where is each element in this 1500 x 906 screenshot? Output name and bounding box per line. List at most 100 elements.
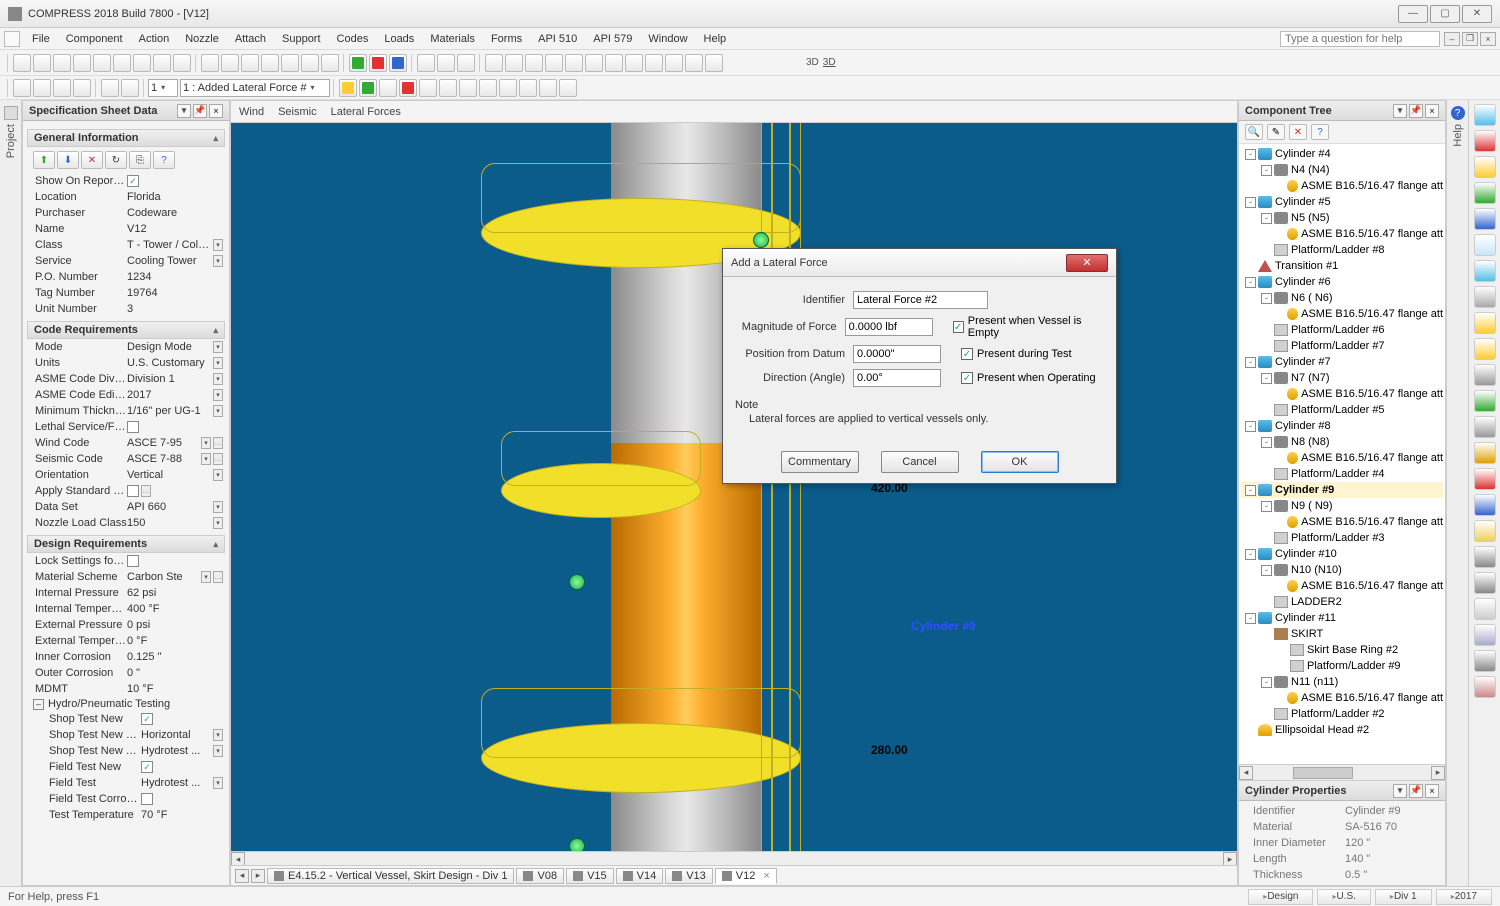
property-row[interactable]: Field TestHydrotest ...▾ — [27, 775, 225, 791]
property-row[interactable]: Lock Settings for Indivi... — [27, 553, 225, 569]
tree-item[interactable]: Skirt Base Ring #2 — [1241, 642, 1443, 658]
tree-expander[interactable]: - — [1245, 277, 1256, 288]
toolbar-button[interactable] — [645, 54, 663, 72]
dock-component-icon[interactable] — [1474, 286, 1496, 308]
menu-support[interactable]: Support — [274, 31, 329, 47]
section-design[interactable]: Design Requirements — [27, 535, 225, 553]
toolbar-button[interactable] — [505, 54, 523, 72]
menu-materials[interactable]: Materials — [422, 31, 483, 47]
tree-item[interactable]: ASME B16.5/16.47 flange att — [1241, 178, 1443, 194]
toolbar-button[interactable] — [53, 79, 71, 97]
refresh-button[interactable]: ↻ — [105, 151, 127, 169]
menu-window[interactable]: Window — [640, 31, 695, 47]
property-row[interactable]: P.O. Number1234 — [27, 269, 225, 285]
toolbar-button[interactable] — [685, 54, 703, 72]
tree-expander[interactable]: - — [1245, 485, 1256, 496]
toolbar-button[interactable] — [221, 54, 239, 72]
toolbar-button[interactable] — [379, 79, 397, 97]
dropdown-button[interactable]: ▾ — [213, 239, 223, 251]
section-general[interactable]: General Information — [27, 129, 225, 147]
property-row[interactable]: UnitsU.S. Customary▾ — [27, 355, 225, 371]
property-row[interactable]: MDMT10 °F — [27, 681, 225, 697]
menu-help[interactable]: Help — [696, 31, 735, 47]
toolbar-button[interactable] — [419, 79, 437, 97]
tree-item[interactable]: Transition #1 — [1241, 258, 1443, 274]
commentary-button[interactable]: Commentary — [781, 451, 859, 473]
property-row[interactable]: Shop Test New Ori...Horizontal▾ — [27, 727, 225, 743]
property-row[interactable]: Internal Temperature400 °F — [27, 601, 225, 617]
tree-expander[interactable]: - — [1261, 373, 1272, 384]
dropdown-button[interactable]: ▾ — [213, 373, 223, 385]
dock-component-icon[interactable] — [1474, 546, 1496, 568]
dock-component-icon[interactable] — [1474, 416, 1496, 438]
doc-tab-close[interactable]: × — [763, 870, 769, 882]
doc-tab[interactable]: E4.15.2 - Vertical Vessel, Skirt Design … — [267, 868, 514, 884]
toolbar-button[interactable] — [153, 54, 171, 72]
property-row[interactable]: Field Test Corroded — [27, 791, 225, 807]
tree-item[interactable]: -Cylinder #10 — [1241, 546, 1443, 562]
doc-tab[interactable]: V08 — [516, 868, 564, 884]
toolbar-button[interactable] — [53, 54, 71, 72]
dock-component-icon[interactable] — [1474, 468, 1496, 490]
dock-component-icon[interactable] — [1474, 260, 1496, 282]
dialog-close-button[interactable]: ✕ — [1066, 254, 1108, 272]
property-row[interactable]: Seismic CodeASCE 7-88▾… — [27, 451, 225, 467]
toolbar-button[interactable] — [133, 54, 151, 72]
property-row[interactable]: ASME Code DivisionDivision 1▾ — [27, 371, 225, 387]
checkbox[interactable] — [141, 793, 153, 805]
status-segment[interactable]: 2017 — [1436, 889, 1492, 905]
down-button[interactable]: ⬇ — [57, 151, 79, 169]
tree-item[interactable]: -N10 (N10) — [1241, 562, 1443, 578]
3d-viewport[interactable]: Cylinder #8420.00Cylinder #9280.00Cylind… — [231, 123, 1237, 851]
property-row[interactable]: Lethal Service/Full ... — [27, 419, 225, 435]
tree-item[interactable]: Platform/Ladder #5 — [1241, 402, 1443, 418]
right-dock-tab[interactable]: ? Help — [1446, 100, 1468, 886]
tree-item[interactable]: -Cylinder #11 — [1241, 610, 1443, 626]
toolbar-button[interactable] — [665, 54, 683, 72]
toolbar-button[interactable] — [281, 54, 299, 72]
menu-loads[interactable]: Loads — [376, 31, 422, 47]
property-row[interactable]: Wind CodeASCE 7-95▾… — [27, 435, 225, 451]
tree-expander[interactable]: - — [1245, 357, 1256, 368]
toolbar-button[interactable] — [201, 54, 219, 72]
dock-component-icon[interactable] — [1474, 182, 1496, 204]
toolbar-button[interactable] — [301, 54, 319, 72]
toolbar-button[interactable] — [339, 79, 357, 97]
tree-item[interactable]: -N7 (N7) — [1241, 370, 1443, 386]
property-row[interactable]: Test Temperature70 °F — [27, 807, 225, 823]
ellipsis-button[interactable]: … — [213, 571, 223, 583]
close-button[interactable]: ✕ — [1462, 5, 1492, 23]
checkbox[interactable]: ✓ — [141, 713, 153, 725]
toolbar-button[interactable] — [321, 54, 339, 72]
status-segment[interactable]: Div 1 — [1375, 889, 1432, 905]
panel-menu-button[interactable]: ▾ — [1393, 784, 1407, 798]
tree-item[interactable]: -N5 (N5) — [1241, 210, 1443, 226]
tree-expander[interactable]: - — [1245, 421, 1256, 432]
tree-expander[interactable]: - — [1261, 293, 1272, 304]
section-code[interactable]: Code Requirements — [27, 321, 225, 339]
tree-item[interactable]: Platform/Ladder #4 — [1241, 466, 1443, 482]
present-empty-checkbox[interactable]: ✓ — [953, 321, 964, 333]
present-test-checkbox[interactable]: ✓ — [961, 348, 973, 360]
toolbar-button[interactable] — [525, 54, 543, 72]
panel-pin-button[interactable]: 📌 — [193, 104, 207, 118]
tree-expander[interactable]: - — [1261, 165, 1272, 176]
dropdown-button[interactable]: ▾ — [213, 341, 223, 353]
tree-item[interactable]: ASME B16.5/16.47 flange att — [1241, 386, 1443, 402]
tree-item[interactable]: Platform/Ladder #8 — [1241, 242, 1443, 258]
tree-item[interactable]: LADDER2 — [1241, 594, 1443, 610]
maximize-button[interactable]: ▢ — [1430, 5, 1460, 23]
tree-item[interactable]: -Cylinder #7 — [1241, 354, 1443, 370]
tree-item[interactable]: -N4 (N4) — [1241, 162, 1443, 178]
toolbar-button[interactable] — [73, 54, 91, 72]
property-row[interactable]: ASME Code Edition2017▾ — [27, 387, 225, 403]
menu-codes[interactable]: Codes — [329, 31, 377, 47]
tree-item[interactable]: -Cylinder #4 — [1241, 146, 1443, 162]
tree-item[interactable]: -Cylinder #9 — [1241, 482, 1443, 498]
dock-component-icon[interactable] — [1474, 494, 1496, 516]
tree-item[interactable]: Platform/Ladder #3 — [1241, 530, 1443, 546]
menu-file[interactable]: File — [24, 31, 58, 47]
toolbar-button[interactable] — [499, 79, 517, 97]
dropdown-button[interactable]: ▾ — [201, 453, 211, 465]
dock-component-icon[interactable] — [1474, 208, 1496, 230]
